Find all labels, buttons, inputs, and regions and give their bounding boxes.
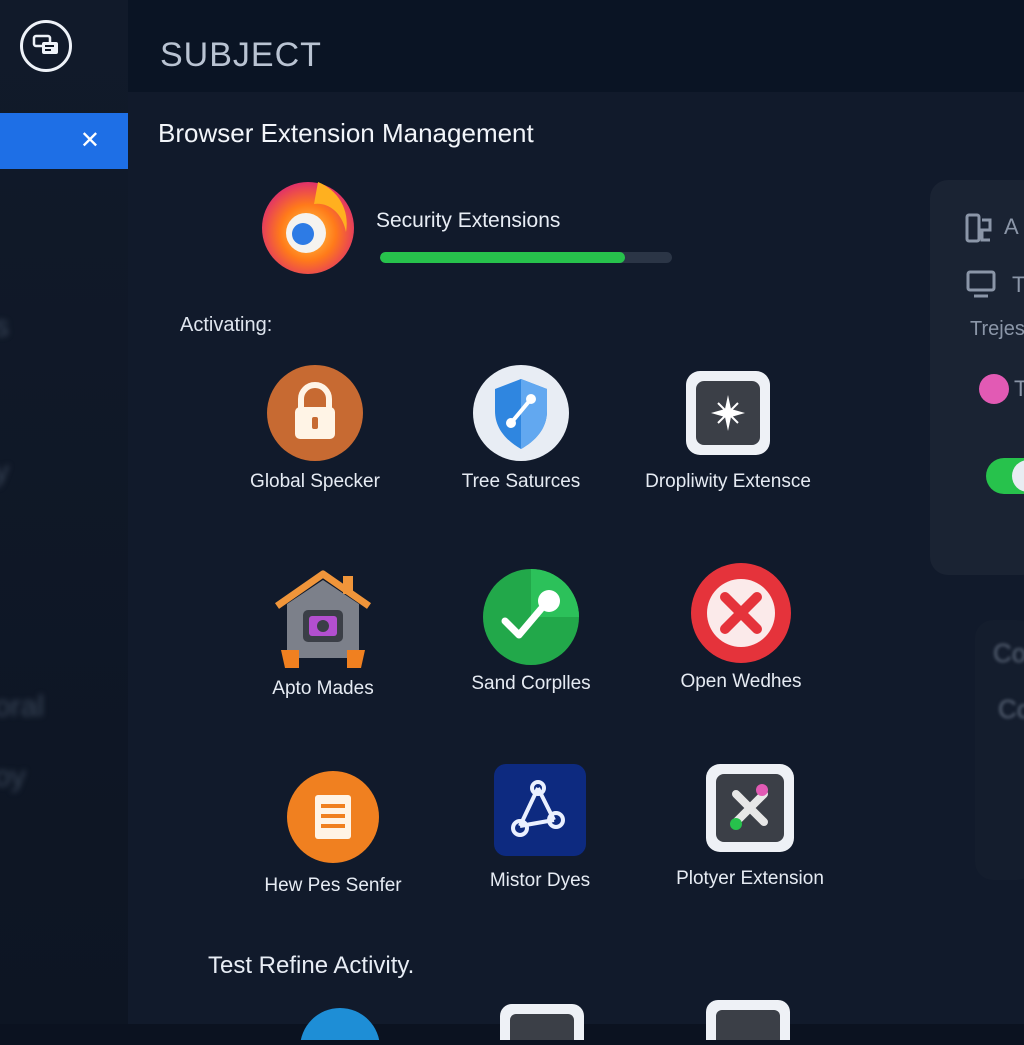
status-dot	[979, 374, 1009, 404]
clipboard-icon	[964, 212, 994, 250]
extension-tile[interactable]: Open Wedhes	[646, 563, 836, 693]
extension-name: Global Specker	[250, 471, 380, 492]
right-panel-row2: T	[1012, 272, 1024, 297]
sidebar-ghost-text: oral	[0, 690, 45, 723]
progress-bar	[380, 252, 672, 263]
sidebar-ghost-text: oy	[0, 760, 26, 793]
footer-label: Test Refine Activity.	[208, 952, 415, 979]
extension-tile[interactable]: Mistor Dyes	[445, 762, 635, 892]
cross-dots-icon	[706, 764, 794, 852]
extension-tile[interactable]: Plotyer Extension	[655, 760, 845, 890]
extension-tile[interactable]: Global Specker	[220, 363, 410, 493]
right-panel-lower2: Co	[998, 694, 1024, 724]
extension-tile-partial[interactable]	[300, 1000, 380, 1045]
sidebar: ✕ s y oral oy	[0, 0, 129, 1024]
monitor-icon	[966, 270, 998, 304]
x-circle-icon	[691, 563, 791, 663]
right-panel-row1: A	[1004, 214, 1019, 239]
extension-name: Hew Pes Senfer	[264, 875, 402, 896]
share-nodes-icon	[494, 764, 586, 856]
extension-name: Sand Corplles	[471, 673, 591, 694]
extension-name: Mistor Dyes	[489, 870, 591, 891]
page-subject: SUBJECT	[160, 36, 322, 74]
extension-tile[interactable]: Dropliwity Extensce	[633, 363, 823, 493]
extension-name: Tree Saturces	[461, 471, 581, 492]
section-title: Browser Extension Management	[158, 118, 534, 148]
padlock-icon	[267, 365, 363, 461]
extension-tile-partial[interactable]	[706, 1000, 790, 1045]
shield-icon	[473, 365, 569, 461]
sidebar-item-active[interactable]: ✕	[0, 113, 128, 169]
right-panel-lower1: Co	[993, 638, 1024, 668]
extension-tile[interactable]: Tree Saturces	[426, 363, 616, 493]
house-icon	[275, 570, 371, 668]
browser-icon	[258, 176, 358, 276]
extension-tile[interactable]: Sand Corplles	[436, 565, 626, 695]
extension-tile-partial[interactable]	[500, 1000, 584, 1045]
check-key-icon	[483, 569, 579, 665]
extension-tile[interactable]: Apto Mades	[228, 570, 418, 700]
extension-tile[interactable]: Hew Pes Senfer	[238, 767, 428, 897]
extension-name: Open Wedhes	[680, 671, 802, 692]
right-panel-row4: T	[1014, 376, 1024, 401]
sidebar-ghost-text: y	[0, 455, 9, 488]
close-icon[interactable]: ✕	[80, 129, 100, 153]
extension-name: Plotyer Extension	[676, 868, 824, 889]
extension-name: Dropliwity Extensce	[645, 471, 811, 492]
sparkle-icon	[686, 371, 770, 455]
activating-label: Activating:	[180, 314, 273, 336]
progress-label: Security Extensions	[376, 209, 561, 232]
right-panel-row3: Trejes	[970, 318, 1024, 340]
document-icon	[287, 771, 379, 863]
extension-name: Apto Mades	[272, 678, 374, 699]
app-logo-icon[interactable]	[20, 20, 72, 72]
sidebar-ghost-text: s	[0, 310, 9, 343]
progress-fill	[380, 252, 626, 263]
